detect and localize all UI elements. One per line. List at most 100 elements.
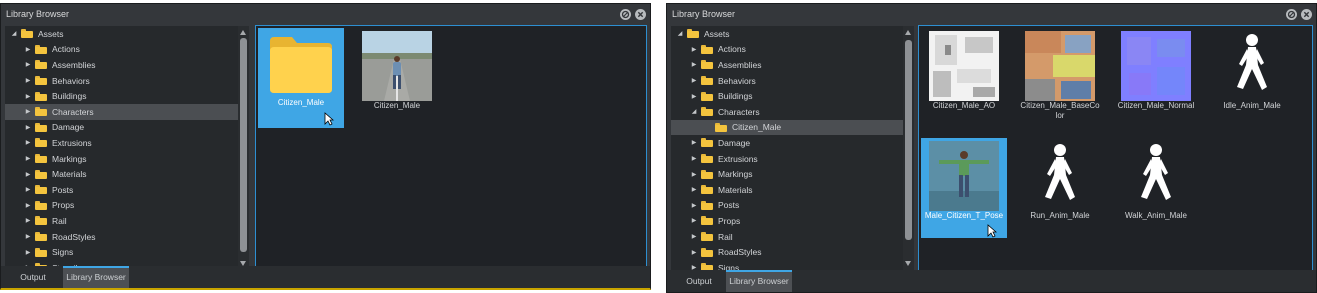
asset-tile[interactable]: Run_Anim_Male xyxy=(1017,138,1103,238)
close-icon[interactable] xyxy=(1301,9,1312,20)
triangle-expand-icon[interactable]: ▶ xyxy=(689,61,699,68)
triangle-expand-icon[interactable]: ▶ xyxy=(23,93,33,100)
asset-tile[interactable]: Citizen_Male xyxy=(354,28,440,128)
tree-item[interactable]: ▶ Assemblies xyxy=(671,57,903,73)
tab-output[interactable]: Output xyxy=(5,266,61,288)
tree-item[interactable]: Citizen_Male xyxy=(671,119,903,136)
tree-item[interactable]: ▶ Signs xyxy=(5,244,238,260)
tree-item[interactable]: ▶ Signs xyxy=(671,260,903,270)
scroll-thumb[interactable] xyxy=(240,38,247,252)
pin-icon[interactable] xyxy=(620,9,631,20)
triangle-expand-icon[interactable]: ▶ xyxy=(689,139,699,146)
triangle-expand-icon[interactable]: ▶ xyxy=(23,249,33,256)
tree-item[interactable]: ▶ Markings xyxy=(671,166,903,182)
tree-item[interactable]: ▶ Materials xyxy=(5,166,238,182)
triangle-collapse-icon[interactable]: ◢ xyxy=(689,108,699,115)
asset-tile[interactable]: Walk_Anim_Male xyxy=(1113,138,1199,238)
tree-item[interactable]: ▶ Damage xyxy=(5,120,238,136)
triangle-expand-icon[interactable]: ▶ xyxy=(23,124,33,131)
folder-icon xyxy=(35,154,47,164)
tree-item-label: Signs xyxy=(718,262,740,270)
tree-item[interactable]: ▶ Actions xyxy=(671,42,903,58)
asset-tile[interactable]: Citizen_Male xyxy=(258,28,344,128)
tab-library-browser[interactable]: Library Browser xyxy=(63,266,129,288)
tree-item[interactable]: ▶ Markings xyxy=(5,151,238,167)
tree-item[interactable]: ▶ Props xyxy=(5,198,238,214)
tree-scrollbar[interactable] xyxy=(238,26,249,270)
triangle-expand-icon[interactable]: ▶ xyxy=(23,233,33,240)
scroll-up-icon[interactable] xyxy=(240,30,246,35)
tree-item[interactable]: ▶ Rail xyxy=(671,229,903,245)
tree-item[interactable]: ▶ Behaviors xyxy=(5,73,238,89)
folder-icon xyxy=(701,232,713,242)
triangle-collapse-icon[interactable]: ◢ xyxy=(675,30,685,37)
tree-item[interactable]: ▶ Assemblies xyxy=(5,57,238,73)
scroll-down-icon[interactable] xyxy=(905,261,911,266)
asset-tile[interactable]: Male_Citizen_T_Pose xyxy=(921,138,1007,238)
tab-output[interactable]: Output xyxy=(671,270,727,292)
tree-item[interactable]: ▶ Buildings xyxy=(671,88,903,104)
triangle-expand-icon[interactable]: ▶ xyxy=(23,171,33,178)
mouse-cursor-icon xyxy=(324,112,335,126)
folder-icon xyxy=(701,44,713,54)
tree-scrollbar[interactable] xyxy=(903,26,914,270)
tab-library-browser[interactable]: Library Browser xyxy=(726,270,792,292)
tree-item[interactable]: ▶ Extrusions xyxy=(5,135,238,151)
tree-item[interactable]: ▶ Posts xyxy=(671,198,903,214)
triangle-expand-icon[interactable]: ▶ xyxy=(689,77,699,84)
tree-item[interactable]: ◢ Assets xyxy=(671,26,903,42)
triangle-collapse-icon[interactable]: ◢ xyxy=(9,30,19,37)
triangle-expand-icon[interactable]: ▶ xyxy=(23,139,33,146)
tree-item[interactable]: ▶ Rail xyxy=(5,213,238,229)
folder-icon xyxy=(687,29,699,39)
tree-item[interactable]: ▶ Materials xyxy=(671,182,903,198)
tree-item[interactable]: ▶ Posts xyxy=(5,182,238,198)
scroll-thumb[interactable] xyxy=(905,40,912,240)
tree-item[interactable]: ▶ Actions xyxy=(5,42,238,58)
triangle-expand-icon[interactable]: ▶ xyxy=(689,202,699,209)
triangle-expand-icon[interactable]: ▶ xyxy=(689,171,699,178)
asset-thumbnail xyxy=(929,31,999,101)
tree-item[interactable]: ▶ RoadStyles xyxy=(671,244,903,260)
tree-item[interactable]: ▶ Behaviors xyxy=(671,73,903,89)
scroll-up-icon[interactable] xyxy=(905,30,911,35)
triangle-expand-icon[interactable]: ▶ xyxy=(689,93,699,100)
triangle-expand-icon[interactable]: ▶ xyxy=(23,61,33,68)
folder-icon xyxy=(701,91,713,101)
folder-icon xyxy=(701,185,713,195)
asset-tile[interactable]: Idle_Anim_Male xyxy=(1209,28,1295,128)
asset-tile[interactable]: Citizen_Male_Normal xyxy=(1113,28,1199,128)
tree-item[interactable]: ◢ Assets xyxy=(5,26,238,42)
triangle-expand-icon[interactable]: ▶ xyxy=(689,46,699,53)
triangle-expand-icon[interactable]: ▶ xyxy=(23,77,33,84)
tree-item-label: Buildings xyxy=(52,91,87,102)
asset-tile[interactable]: Citizen_Male_AO xyxy=(921,28,1007,128)
tree-item[interactable]: ▶ Props xyxy=(671,213,903,229)
triangle-expand-icon[interactable]: ▶ xyxy=(689,217,699,224)
folder-icon xyxy=(35,91,47,101)
triangle-expand-icon[interactable]: ▶ xyxy=(23,202,33,209)
triangle-expand-icon[interactable]: ▶ xyxy=(23,108,33,115)
triangle-expand-icon[interactable]: ▶ xyxy=(689,186,699,193)
triangle-expand-icon[interactable]: ▶ xyxy=(23,217,33,224)
folder-icon xyxy=(701,138,713,148)
triangle-expand-icon[interactable]: ▶ xyxy=(23,186,33,193)
folder-icon xyxy=(35,107,47,117)
tree-item[interactable]: ▶ Extrusions xyxy=(671,151,903,167)
tree-item[interactable]: ▶ Characters xyxy=(5,103,238,120)
triangle-expand-icon[interactable]: ▶ xyxy=(23,46,33,53)
tree-item-label: RoadStyles xyxy=(718,247,762,258)
panel-title: Library Browser xyxy=(672,9,736,19)
asset-thumbnail xyxy=(362,31,432,101)
tree-item[interactable]: ▶ Damage xyxy=(671,135,903,151)
tree-item[interactable]: ▶ Buildings xyxy=(5,88,238,104)
triangle-expand-icon[interactable]: ▶ xyxy=(689,249,699,256)
close-icon[interactable] xyxy=(635,9,646,20)
triangle-expand-icon[interactable]: ▶ xyxy=(23,155,33,162)
triangle-expand-icon[interactable]: ▶ xyxy=(689,233,699,240)
pin-icon[interactable] xyxy=(1286,9,1297,20)
triangle-expand-icon[interactable]: ▶ xyxy=(689,155,699,162)
tree-item[interactable]: ▶ RoadStyles xyxy=(5,229,238,245)
asset-tile[interactable]: Citizen_Male_BaseColor xyxy=(1017,28,1103,128)
tree-item[interactable]: ◢ Characters xyxy=(671,104,903,120)
